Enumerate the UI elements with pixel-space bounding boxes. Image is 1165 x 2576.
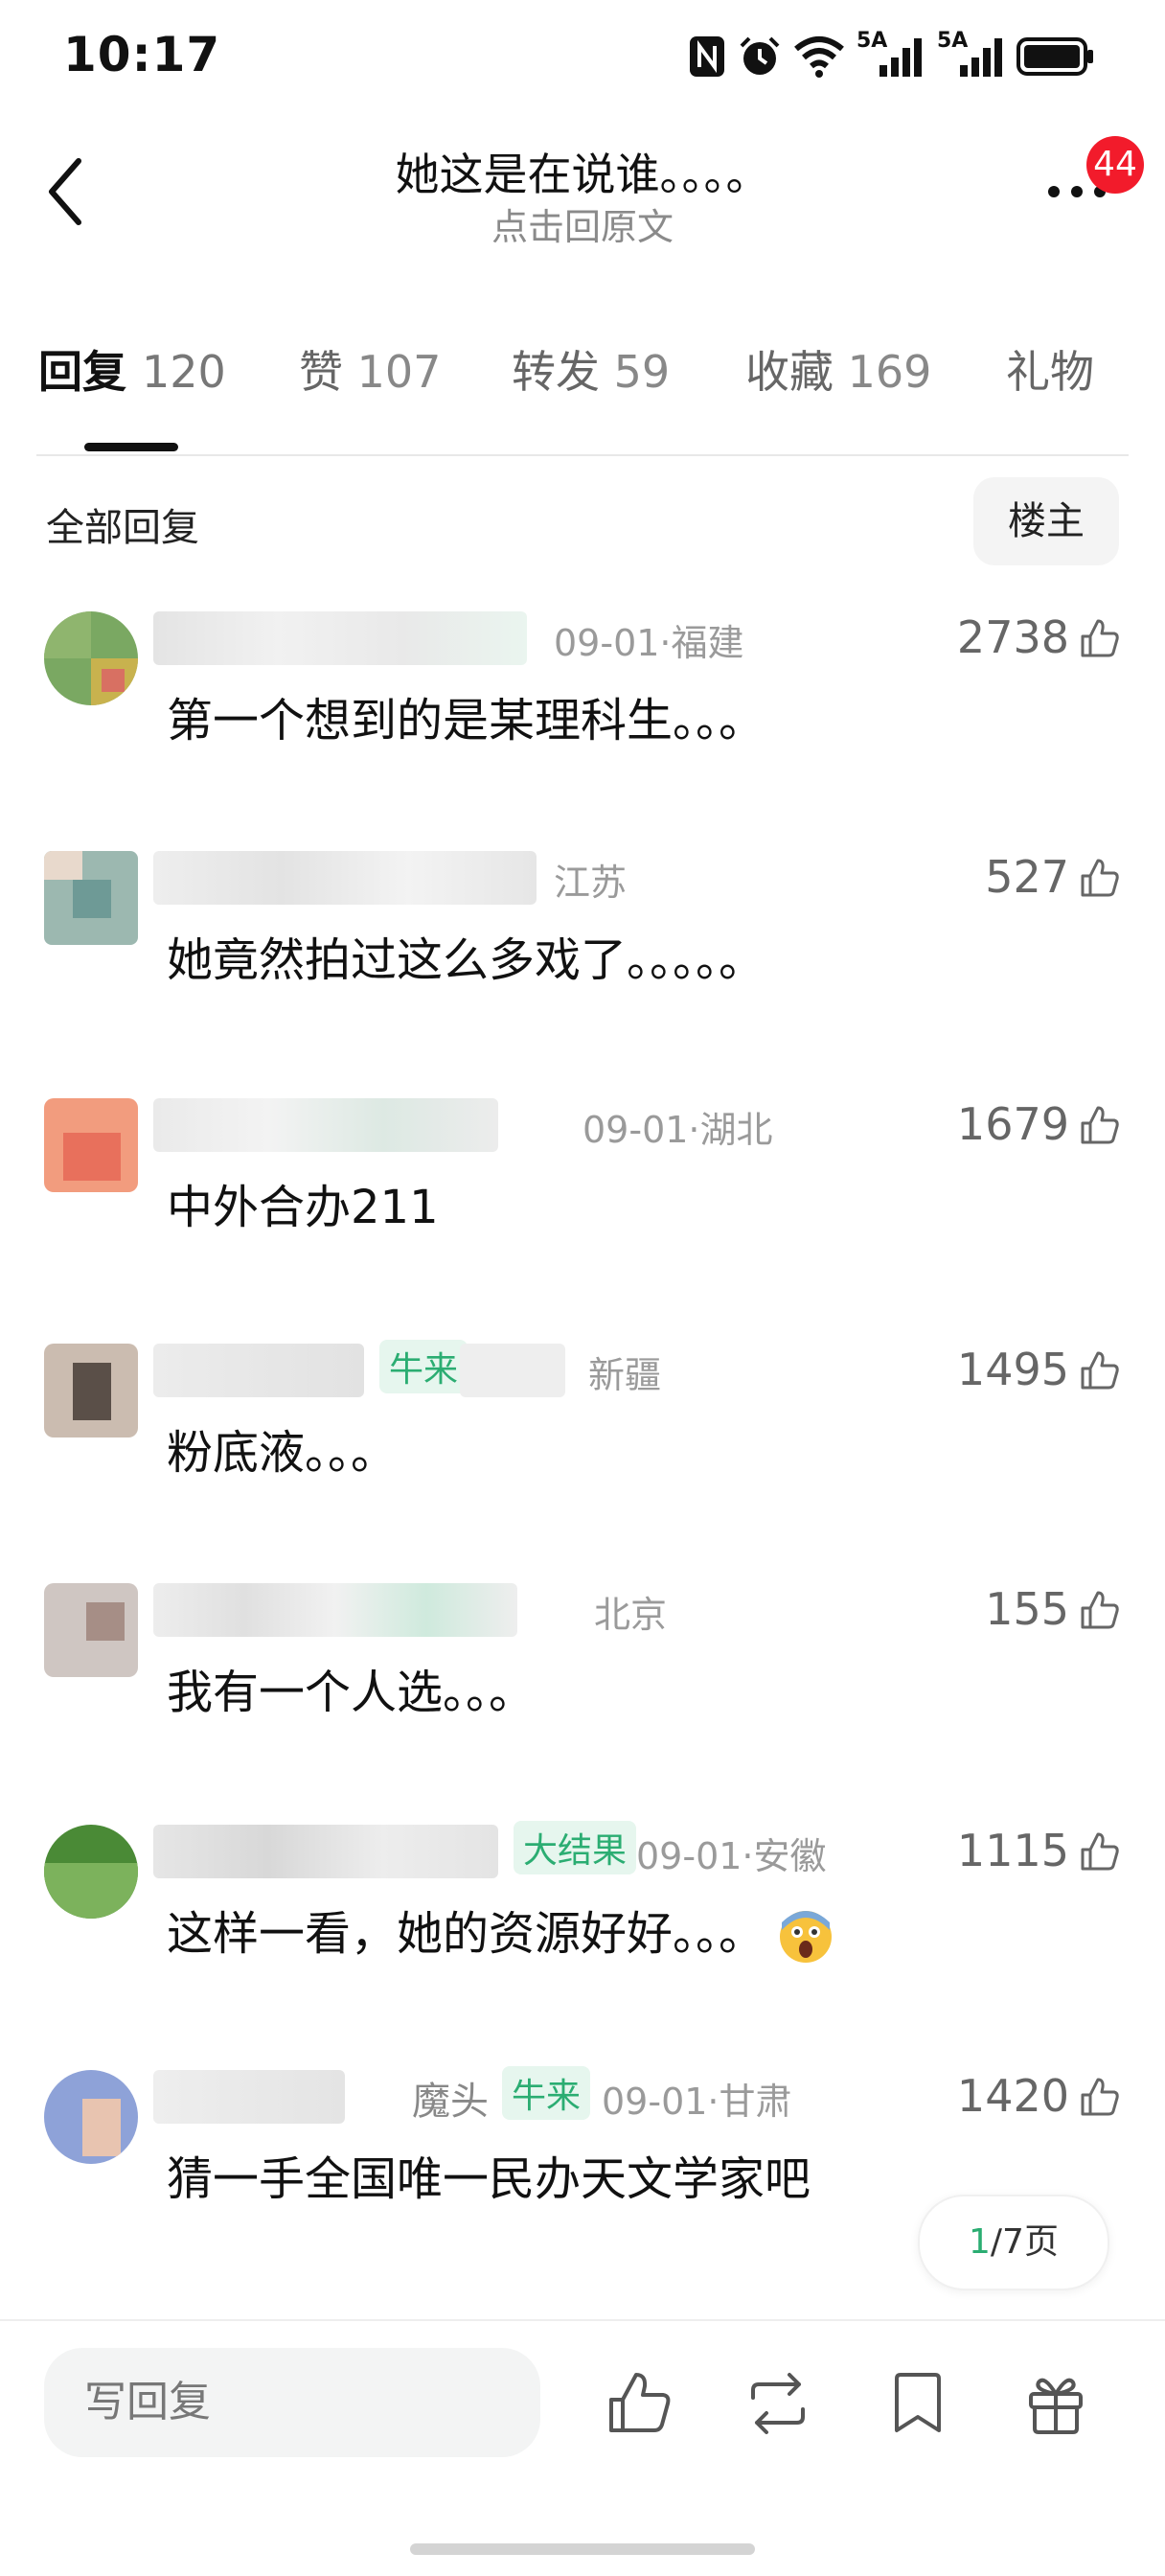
like-count: 1495: [956, 1344, 1069, 1395]
comment-item[interactable]: 09-01·福建 2738 第一个想到的是某理科生。。。: [0, 611, 1165, 841]
tab-count: 169: [847, 346, 932, 398]
like-button-icon[interactable]: [605, 2369, 674, 2438]
current-page: 1: [969, 2222, 991, 2262]
bookmark-icon[interactable]: [883, 2369, 952, 2438]
comment-meta: 新疆: [588, 1354, 662, 1396]
thumbs-up-icon[interactable]: [1079, 2076, 1121, 2118]
avatar[interactable]: [44, 2070, 138, 2164]
comment-text: 第一个想到的是某理科生。。。: [167, 694, 765, 748]
page-title: 她这是在说谁。。。。: [395, 149, 770, 200]
tab-reposts[interactable]: 转发 59: [512, 337, 670, 401]
thumbs-up-icon[interactable]: [1079, 1830, 1121, 1873]
tab-label: 转发: [512, 346, 600, 398]
comment-item[interactable]: 大结果 09-01·安徽 1115 这样一看，她的资源好好。。。: [0, 1821, 1165, 2055]
comment-meta: 江苏: [554, 862, 628, 904]
tab-count: 107: [356, 346, 442, 398]
username-blurred: [153, 2070, 345, 2124]
like-count: 527: [985, 851, 1069, 903]
home-indicator[interactable]: [410, 2543, 755, 2555]
avatar[interactable]: [44, 1098, 138, 1192]
comment-item[interactable]: 牛来 新疆 1495 粉底液。。。: [0, 1340, 1165, 1574]
signal-icon: 5A: [937, 29, 1008, 80]
reply-input[interactable]: 写回复: [44, 2348, 540, 2457]
status-time: 10:17: [63, 27, 221, 82]
username-blurred: [153, 611, 527, 665]
comment-meta: 09-01·安徽: [636, 1835, 827, 1877]
like-count: 1115: [956, 1825, 1069, 1876]
wifi-icon: [791, 33, 847, 80]
nfc-icon: [686, 33, 728, 80]
comment-meta: 09-01·湖北: [582, 1109, 773, 1151]
username-blurred: [153, 1344, 364, 1397]
avatar[interactable]: [44, 1344, 138, 1438]
username-blurred: [460, 1344, 565, 1397]
user-tag: 牛来: [379, 1340, 468, 1393]
gift-icon[interactable]: [1021, 2369, 1090, 2438]
comment-text: 这样一看，她的资源好好。。。: [167, 1896, 834, 1965]
tab-replies[interactable]: 回复 120: [38, 337, 226, 401]
user-tag: 大结果: [514, 1821, 637, 1874]
thumbs-up-icon[interactable]: [1079, 1104, 1121, 1146]
comment-item[interactable]: 江苏 527 她竟然拍过这么多戏了。。。。。: [0, 851, 1165, 1081]
notification-badge: 44: [1086, 136, 1144, 194]
like-count: 1679: [956, 1098, 1069, 1150]
total-pages: /7页: [990, 2222, 1059, 2262]
avatar[interactable]: [44, 1825, 138, 1919]
thumbs-up-icon[interactable]: [1079, 857, 1121, 899]
username-blurred: [153, 1583, 517, 1637]
tab-gifts[interactable]: 礼物: [1006, 337, 1094, 401]
comment-text: 猜一手全国唯一民办天文学家吧: [167, 2152, 811, 2206]
comment-text-content: 这样一看，她的资源好好。。。: [167, 1907, 765, 1961]
like-count: 1420: [956, 2070, 1069, 2122]
user-tag: 牛来: [502, 2066, 591, 2120]
like-count: 2738: [956, 611, 1069, 663]
comment-item[interactable]: 09-01·湖北 1679 中外合办211: [0, 1098, 1165, 1328]
comment-meta: 09-01·甘肃: [602, 2081, 792, 2123]
tab-label: 赞: [299, 346, 343, 398]
owner-only-button[interactable]: 楼主: [973, 477, 1119, 565]
comment-text: 中外合办211: [167, 1181, 439, 1234]
avatar[interactable]: [44, 851, 138, 945]
username-blurred: [153, 851, 537, 905]
comment-item[interactable]: 北京 155 我有一个人选。。。: [0, 1583, 1165, 1813]
tab-count: 59: [613, 346, 671, 398]
tab-label: 回复: [38, 346, 126, 398]
comment-meta: 北京: [594, 1594, 668, 1636]
divider: [36, 454, 1129, 456]
tab-label: 礼物: [1006, 346, 1094, 398]
screaming-emoji-icon: [780, 1911, 833, 1963]
tab-label: 收藏: [745, 346, 834, 398]
comment-text: 她竟然拍过这么多戏了。。。。。: [167, 933, 765, 987]
tab-likes[interactable]: 赞 107: [299, 337, 441, 401]
thumbs-up-icon[interactable]: [1079, 617, 1121, 659]
comment-text: 粉底液。。。: [167, 1426, 398, 1480]
status-bar: 10:17 5A 5A: [0, 0, 1165, 115]
tab-favorites[interactable]: 收藏 169: [745, 337, 931, 401]
thumbs-up-icon[interactable]: [1079, 1349, 1121, 1392]
username-blurred: [153, 1098, 498, 1152]
like-count: 155: [985, 1583, 1069, 1635]
back-to-original-link[interactable]: 点击回原文: [0, 197, 1165, 250]
tab-indicator: [84, 443, 178, 451]
alarm-icon: [736, 33, 784, 80]
username-blurred: [153, 1825, 498, 1878]
divider: [0, 2319, 1165, 2321]
thumbs-up-icon[interactable]: [1079, 1589, 1121, 1631]
username: 魔头: [412, 2080, 489, 2124]
comment-text: 我有一个人选。。。: [167, 1666, 536, 1719]
repost-icon[interactable]: [743, 2369, 812, 2438]
all-replies-label: 全部回复: [46, 506, 199, 550]
avatar[interactable]: [44, 611, 138, 705]
avatar[interactable]: [44, 1583, 138, 1677]
battery-icon: [1016, 33, 1096, 80]
comment-meta: 09-01·福建: [554, 622, 744, 664]
tab-count: 120: [142, 346, 226, 398]
page-indicator[interactable]: 1/7页: [918, 2195, 1109, 2290]
signal-icon: 5A: [857, 29, 927, 80]
